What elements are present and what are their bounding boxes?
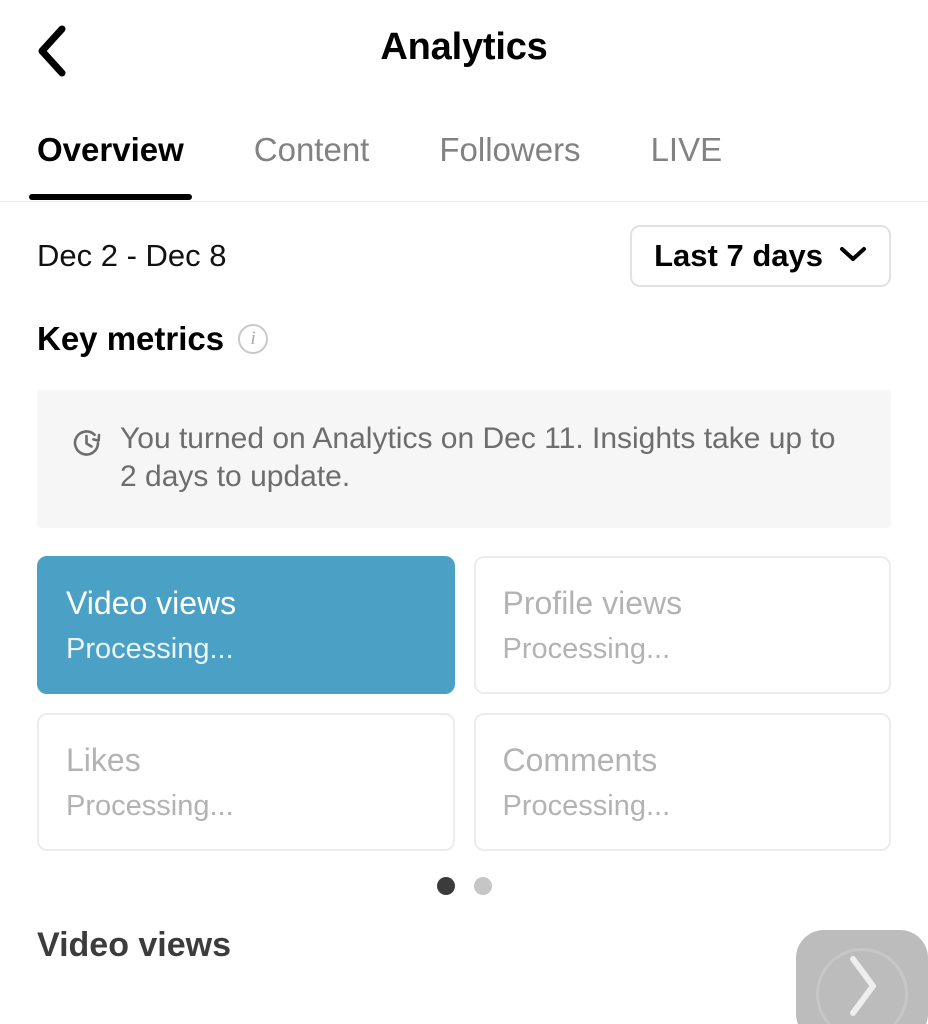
metric-card-value: Processing... [502,790,671,823]
metric-card-title: Profile views [502,585,683,622]
metric-card-comments[interactable]: Comments Processing... [473,713,891,852]
metric-card-title: Likes [66,742,141,779]
key-metrics-title: Key metrics [37,320,225,357]
tab-overview[interactable]: Overview [29,127,192,200]
date-range-row: Dec 2 - Dec 8 Last 7 days [0,202,928,310]
tab-bar: Overview Content Followers LIVE [0,105,928,202]
metric-card-value: Processing... [502,633,671,666]
analytics-notice-banner: You turned on Analytics on Dec 11. Insig… [37,390,891,529]
tab-content-label: Content [253,131,370,168]
tab-followers-label: Followers [439,131,581,168]
app-header: Analytics [0,0,928,105]
key-metrics-cards: Video views Processing... Profile views … [37,556,891,852]
clock-history-icon [71,427,103,464]
carousel-pagination [0,858,928,913]
analytics-notice-text: You turned on Analytics on Dec 11. Insig… [120,422,836,494]
metric-card-likes[interactable]: Likes Processing... [37,713,455,852]
metric-card-video-views[interactable]: Video views Processing... [37,556,455,695]
pagination-dot-1[interactable] [436,876,455,895]
metric-card-value: Processing... [66,633,234,666]
next-floating-button[interactable] [796,930,928,1024]
chart-section-title: Video views [37,926,232,965]
tab-followers[interactable]: Followers [439,127,580,173]
date-range-selector[interactable]: Last 7 days [630,225,891,287]
chevron-down-icon [839,245,867,268]
tab-live[interactable]: LIVE [651,127,723,173]
metric-card-title: Video views [66,585,237,622]
metric-card-profile-views[interactable]: Profile views Processing... [473,556,891,695]
info-icon[interactable]: i [238,324,269,354]
tab-content[interactable]: Content [254,127,370,173]
metric-card-value: Processing... [66,790,234,823]
key-metrics-header: Key metrics i [0,310,928,368]
tab-overview-label: Overview [37,131,184,168]
pagination-dot-2[interactable] [473,876,492,895]
metric-card-title: Comments [502,742,658,779]
analytics-screen: Analytics Overview Content Followers LIV… [0,0,928,1024]
date-range-selector-label: Last 7 days [654,238,823,273]
chevron-right-icon [839,949,885,1023]
date-range-text: Dec 2 - Dec 8 [37,238,227,273]
page-title: Analytics [380,26,548,68]
tab-live-label: LIVE [650,131,723,168]
